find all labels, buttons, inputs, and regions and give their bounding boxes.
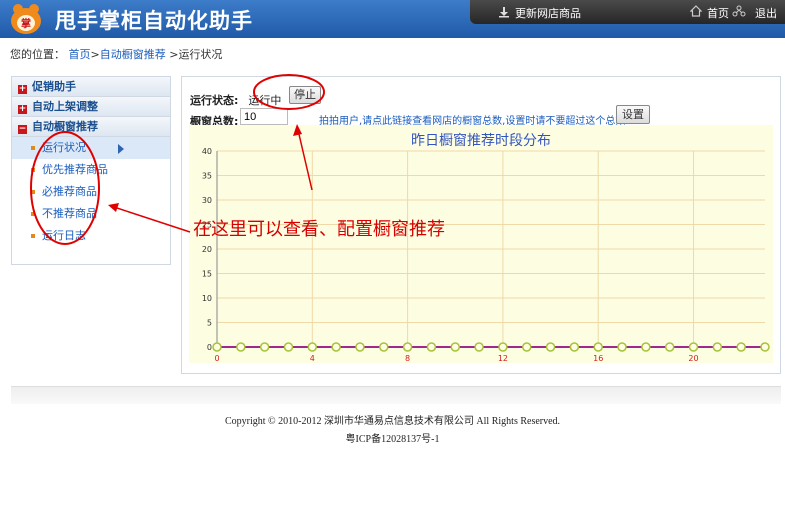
logo-char: 掌 (21, 17, 31, 30)
active-arrow-icon (118, 144, 124, 154)
bullet-icon (31, 190, 35, 194)
x-tick-label: 12 (498, 354, 508, 363)
data-point (331, 342, 341, 352)
data-point (450, 342, 461, 352)
sidebar-item-label: 不推荐商品 (42, 207, 97, 220)
sidebar-group-window-recommend[interactable]: − 自动橱窗推荐 (12, 117, 170, 137)
data-point (617, 342, 627, 352)
x-tick-label: 8 (405, 354, 410, 363)
breadcrumb-sep: > (165, 48, 179, 61)
icp-text: 粤ICP备12028137号-1 (345, 434, 440, 445)
data-point (760, 342, 770, 352)
sidebar-group-label: 自动上架调整 (32, 100, 98, 113)
data-point (641, 342, 651, 352)
bullet-icon (31, 212, 35, 216)
home-icon[interactable] (690, 5, 702, 17)
sidebar-item-log[interactable]: 运行日志 (12, 225, 170, 247)
data-point (664, 342, 675, 352)
copyright-text: Copyright © 2010-2012 深圳市华通易点信息技术有限公司 Al… (224, 416, 561, 427)
data-point (712, 342, 723, 352)
refresh-products-link[interactable]: 更新网店商品 (515, 5, 581, 21)
x-tick-label: 4 (310, 354, 315, 363)
data-point (402, 342, 413, 352)
expand-icon: + (18, 104, 27, 114)
data-point (545, 342, 556, 352)
chart-svg: 05101520253035400 4 8 12 16 20 (202, 147, 770, 363)
data-point (283, 342, 294, 352)
data-point (569, 342, 580, 352)
footer-bar (11, 386, 781, 404)
breadcrumb-home-link[interactable]: 首页 (69, 48, 91, 61)
sidebar-group-label: 促销助手 (32, 80, 76, 93)
chart-area: 昨日橱窗推荐时段分布 0 5 10 15 20 25 30 35 40 0 4 8 12 16 20 (189, 125, 773, 363)
collapse-icon: − (18, 124, 27, 134)
sidebar-item-label: 运行状况 (42, 141, 86, 154)
sidebar-item-must-recommend[interactable]: 必推荐商品 (12, 181, 170, 203)
status-row: 运行状态: 运行中 (190, 92, 281, 108)
sidebar-group-promotion[interactable]: + 促销助手 (12, 77, 170, 97)
x-tick-label: 20 (688, 354, 698, 363)
data-point (236, 342, 246, 352)
data-point (426, 342, 437, 352)
data-point (474, 342, 484, 352)
x-tick-label: 0 (214, 354, 219, 363)
data-point (307, 342, 318, 352)
sidebar-item-label: 必推荐商品 (42, 185, 97, 198)
data-point (736, 342, 746, 352)
set-button[interactable]: 设置 (616, 105, 650, 124)
app-header: 掌 甩手掌柜自动化助手 更新网店商品 首页 退出 (0, 0, 785, 38)
y-tick-label: 0 (207, 343, 212, 352)
y-tick-label: 10 (202, 294, 212, 303)
bullet-icon (31, 168, 35, 172)
sidebar-item-priority[interactable]: 优先推荐商品 (12, 159, 170, 181)
data-point (593, 342, 603, 352)
sidebar-menu: + 促销助手 + 自动上架调整 − 自动橱窗推荐 运行状况 优先推荐商品 必推荐商品 … (11, 76, 171, 265)
window-count-input[interactable] (240, 108, 288, 125)
sidebar-item-label: 运行日志 (42, 229, 86, 242)
annotation-text: 在这里可以查看、配置橱窗推荐 (193, 219, 445, 240)
y-tick-label: 35 (202, 172, 212, 181)
exit-icon[interactable] (732, 5, 746, 17)
y-tick-label: 15 (202, 270, 212, 279)
app-title: 甩手掌柜自动化助手 (55, 9, 253, 33)
data-point (688, 342, 699, 352)
data-point (212, 342, 222, 352)
sidebar-item-no-recommend[interactable]: 不推荐商品 (12, 203, 170, 225)
data-point (259, 342, 270, 352)
breadcrumb-prefix: 您的位置： (10, 48, 65, 61)
top-toolbar: 更新网店商品 首页 退出 (470, 0, 785, 24)
status-label: 运行状态: (190, 94, 239, 107)
data-point (379, 342, 389, 352)
data-point (355, 342, 365, 352)
breadcrumb-section-link[interactable]: 自动橱窗推荐 (100, 48, 166, 61)
sidebar-item-status[interactable]: 运行状况 (12, 137, 170, 159)
logo-icon: 掌 (11, 4, 41, 34)
data-point (521, 342, 532, 352)
stop-button[interactable]: 停止 (289, 86, 321, 104)
x-tick-label: 16 (593, 354, 603, 363)
sidebar-group-auto-listing[interactable]: + 自动上架调整 (12, 97, 170, 117)
sidebar-item-label: 优先推荐商品 (42, 163, 108, 176)
exit-link[interactable]: 退出 (755, 5, 777, 21)
breadcrumb-current: 运行状况 (178, 48, 223, 61)
y-tick-label: 30 (202, 196, 212, 205)
refresh-icon[interactable] (498, 6, 510, 18)
breadcrumb-sep: > (90, 48, 100, 61)
sidebar-group-label: 自动橱窗推荐 (32, 120, 98, 133)
y-tick-label: 5 (207, 319, 212, 328)
status-value: 运行中 (248, 94, 282, 107)
bullet-icon (31, 146, 35, 150)
breadcrumb: 您的位置： 首页>自动橱窗推荐 >运行状况 (10, 46, 222, 62)
y-tick-label: 20 (202, 245, 212, 254)
bullet-icon (31, 234, 35, 238)
y-tick-label: 40 (202, 147, 212, 156)
expand-icon: + (18, 84, 27, 94)
home-link[interactable]: 首页 (707, 5, 729, 21)
data-point (498, 342, 508, 352)
